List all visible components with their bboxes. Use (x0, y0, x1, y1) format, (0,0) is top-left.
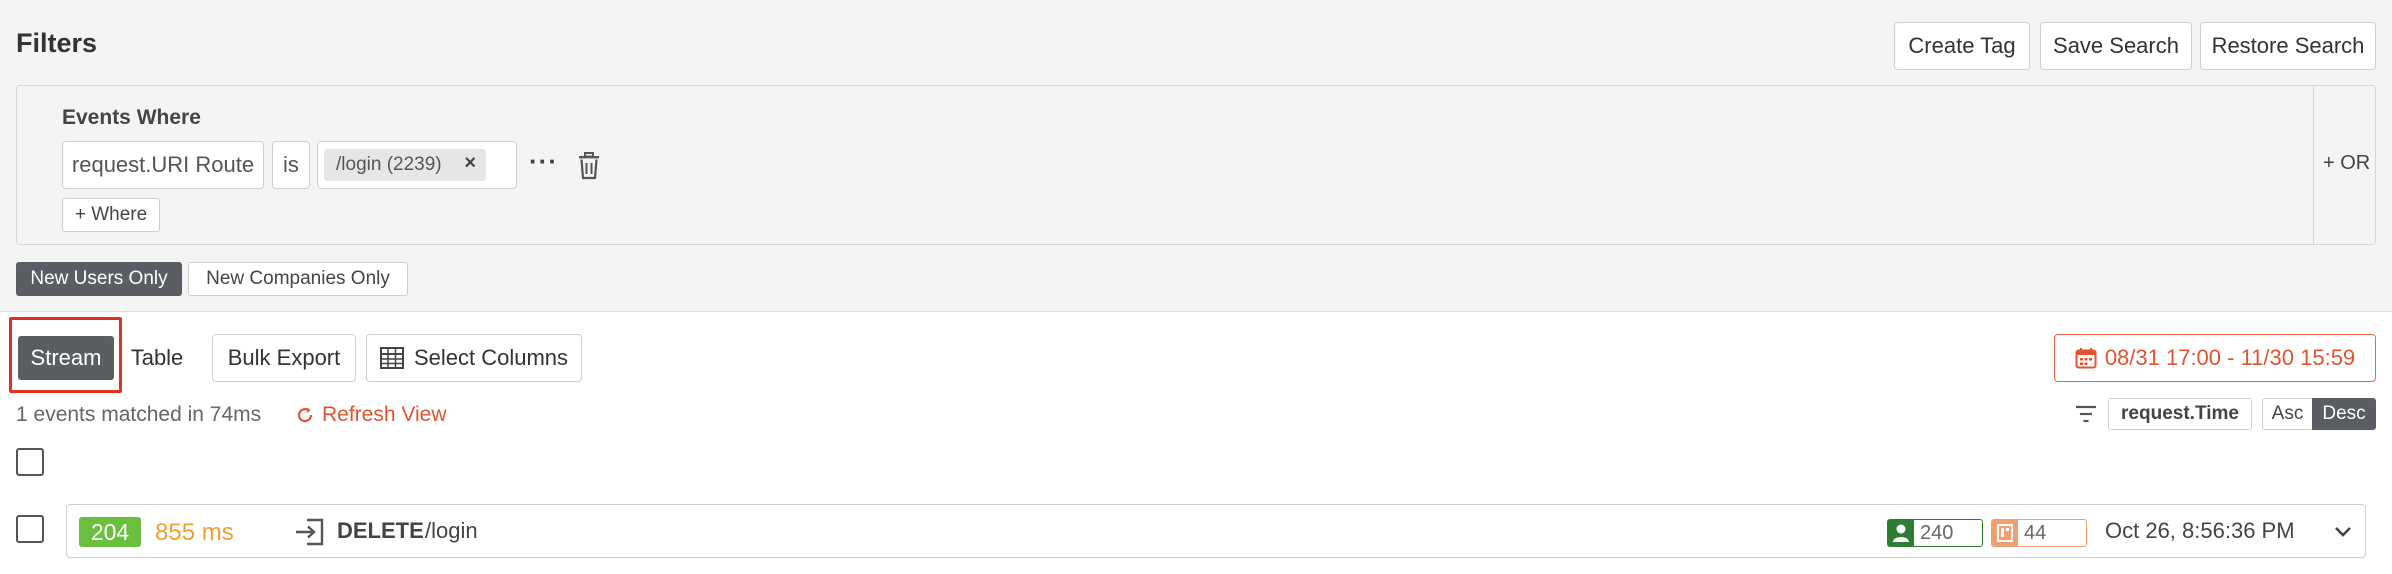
date-range-picker[interactable]: 08/31 17:00 - 11/30 15:59 (2054, 334, 2376, 382)
bulk-export-button[interactable]: Bulk Export (212, 334, 356, 382)
select-columns-button[interactable]: Select Columns (366, 334, 582, 382)
filter-operator-select[interactable]: is (272, 141, 310, 189)
http-method: DELETE (337, 518, 424, 543)
results-summary: 1 events matched in 74ms (16, 403, 262, 426)
chevron-down-icon[interactable] (2333, 523, 2353, 541)
create-tag-button[interactable]: Create Tag (1894, 22, 2030, 70)
company-count: 44 (2024, 521, 2047, 544)
filter-value-label: /login (2239) (336, 154, 442, 175)
event-timestamp: Oct 26, 8:56:36 PM (2105, 518, 2295, 543)
filter-field-select[interactable]: request.URI Route (62, 141, 264, 189)
sort-field-select[interactable]: request.Time (2108, 398, 2252, 430)
refresh-icon (297, 407, 313, 423)
company-metric[interactable]: 44 (1991, 519, 2087, 547)
sort-asc-button[interactable]: Asc (2262, 398, 2312, 430)
table-grid-icon (379, 347, 404, 369)
events-where-box: Events Where request.URI Route is /login… (16, 85, 2376, 245)
filter-sort-icon[interactable] (2075, 404, 2097, 424)
user-metric[interactable]: 240 (1887, 519, 1983, 547)
new-users-only-toggle[interactable]: New Users Only (16, 262, 182, 296)
filter-value-tag: /login (2239) × (324, 149, 486, 181)
refresh-view-link[interactable]: Refresh View (296, 403, 447, 427)
sort-desc-button[interactable]: Desc (2312, 398, 2376, 430)
user-icon (1888, 520, 1914, 546)
remove-tag-icon[interactable]: × (464, 152, 476, 175)
new-companies-only-toggle[interactable]: New Companies Only (188, 262, 408, 296)
stream-highlight-outline (9, 317, 122, 393)
refresh-view-label: Refresh View (322, 403, 447, 426)
table-view-button[interactable]: Table (118, 334, 196, 382)
calendar-icon (2075, 348, 2097, 369)
request-route: /login (425, 518, 478, 543)
user-count: 240 (1920, 521, 1954, 544)
select-all-checkbox[interactable] (16, 448, 44, 476)
add-or-button[interactable]: + OR (2323, 152, 2370, 175)
row-checkbox[interactable] (16, 515, 44, 543)
restore-search-button[interactable]: Restore Search (2200, 22, 2376, 70)
status-badge: 204 (79, 517, 141, 547)
save-search-button[interactable]: Save Search (2040, 22, 2192, 70)
add-where-button[interactable]: + Where (62, 198, 160, 232)
login-arrow-icon (296, 518, 324, 546)
more-options-icon[interactable]: ··· (529, 146, 558, 177)
filters-panel: Filters Create Tag Save Search Restore S… (0, 0, 2392, 312)
or-divider (2313, 86, 2314, 244)
events-where-label: Events Where (62, 106, 201, 129)
filters-title: Filters (16, 28, 98, 58)
filter-value-input[interactable]: /login (2239) × (317, 141, 517, 189)
company-icon (1992, 520, 2018, 546)
trash-icon[interactable] (577, 152, 601, 180)
select-columns-label: Select Columns (413, 345, 569, 370)
date-range-label: 08/31 17:00 - 11/30 15:59 (2104, 345, 2356, 370)
duration-label: 855 ms (155, 519, 234, 546)
event-row[interactable]: 204 855 ms DELETE /login 240 44 Oct 26, … (66, 504, 2366, 558)
